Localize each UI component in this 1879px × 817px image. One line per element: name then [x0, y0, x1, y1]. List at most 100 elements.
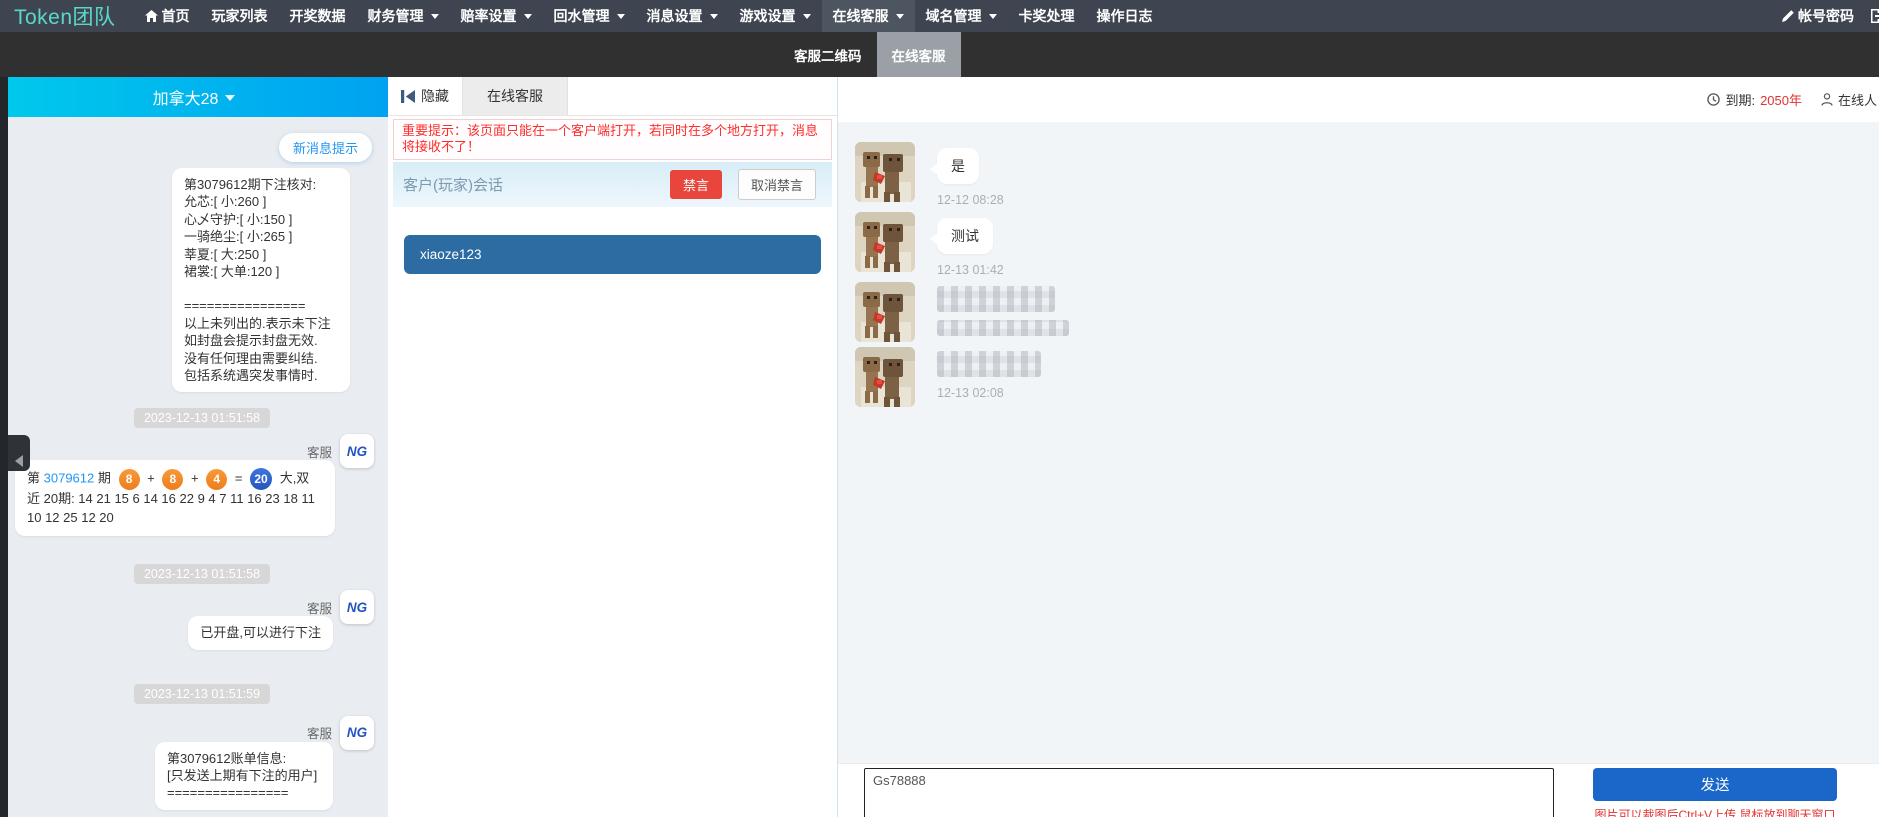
draw-suffix: 期 — [98, 471, 111, 486]
draw-sum-ball: 20 — [250, 468, 272, 490]
account-password-button[interactable]: 帐号密码 — [1778, 6, 1858, 26]
message-line: 第3079612账单信息: — [167, 750, 321, 767]
nav-item-operation-log[interactable]: 操作日志 — [1086, 0, 1164, 32]
message-input[interactable]: Gs78888 — [864, 768, 1554, 817]
mute-button[interactable]: 禁言 — [670, 170, 722, 199]
timestamp-divider: 2023-12-13 01:51:59 — [134, 684, 270, 704]
customer-message-row: 是 12-12 08:28 — [855, 142, 1879, 207]
nav-item-home[interactable]: 首页 — [134, 0, 201, 32]
nav-item-game-settings[interactable]: 游戏设置 — [729, 0, 822, 32]
nav-item-label: 操作日志 — [1097, 6, 1153, 26]
issue-number-link[interactable]: 3079612 — [44, 471, 95, 486]
session-list-header: 客户(玩家)会话 禁言 取消禁言 — [393, 162, 832, 207]
nav-item-finance[interactable]: 财务管理 — [357, 0, 450, 32]
tab-label: 在线客服 — [892, 45, 946, 65]
avatar-text: NG — [347, 600, 367, 615]
session-header-title: 客户(玩家)会话 — [403, 174, 503, 195]
left-edge-strip — [0, 77, 8, 817]
online-count-label: 在线人 — [1838, 90, 1877, 109]
customer-chat-panel: 到期: 2050年 在线人 是 12-12 08:28 测试 12-13 01:… — [838, 77, 1879, 817]
nav-item-players[interactable]: 玩家列表 — [201, 0, 279, 32]
equals-sign: = — [235, 471, 243, 486]
chevron-down-icon — [431, 14, 439, 19]
chevron-down-icon — [225, 95, 235, 101]
tab-online-service[interactable]: 在线客服 — [877, 32, 961, 77]
nav-item-label: 财务管理 — [368, 6, 424, 26]
nav-item-label: 游戏设置 — [740, 6, 796, 26]
collapse-handle[interactable] — [8, 435, 30, 471]
nav-item-stuck-prize[interactable]: 卡奖处理 — [1008, 0, 1086, 32]
tab-online-service-inner[interactable]: 在线客服 — [462, 77, 568, 115]
home-icon — [145, 10, 158, 22]
draw-result-bubble: 第 3079612 期 8 + 8 + 4 = 20 大,双 近 20期: 14… — [15, 460, 335, 536]
message-line: 心乄守护:[ 小:150 ] — [184, 211, 338, 228]
expiry-clock-icon — [1707, 93, 1720, 106]
draw-ball: 4 — [206, 469, 227, 490]
message-time: 12-13 02:08 — [937, 386, 1004, 400]
redacted-timestamp — [937, 320, 1069, 336]
nav-item-domain[interactable]: 域名管理 — [915, 0, 1008, 32]
nav-item-label: 开奖数据 — [290, 6, 346, 26]
nav-item-draw-data[interactable]: 开奖数据 — [279, 0, 357, 32]
message-line: 一骑绝尘:[ 小:265 ] — [184, 228, 338, 245]
chevron-down-icon — [803, 14, 811, 19]
service-avatar: NG — [340, 590, 374, 624]
online-user-icon — [1821, 93, 1833, 106]
avatar-text: NG — [347, 725, 367, 740]
avatar-text: NG — [347, 444, 367, 459]
client-list-item-selected[interactable]: xiaoze123 — [404, 235, 821, 274]
message-line — [184, 280, 338, 297]
nav-item-rebate[interactable]: 回水管理 — [543, 0, 636, 32]
new-message-alert-button[interactable]: 新消息提示 — [279, 133, 372, 162]
redacted-message — [937, 351, 1041, 377]
chevron-down-icon — [617, 14, 625, 19]
send-button[interactable]: 发送 — [1593, 768, 1837, 801]
timestamp-divider: 2023-12-13 01:51:58 — [134, 408, 270, 428]
nav-item-message-settings[interactable]: 消息设置 — [636, 0, 729, 32]
message-line: 裙裳:[ 大单:120 ] — [184, 263, 338, 280]
nav-item-label: 卡奖处理 — [1019, 6, 1075, 26]
customer-message-row: 12-13 02:08 — [855, 347, 1879, 407]
nav-item-odds[interactable]: 赔率设置 — [450, 0, 543, 32]
message-line: 包括系统遇突发事情时. — [184, 367, 338, 384]
account-password-label: 帐号密码 — [1798, 6, 1854, 26]
recent-draws-text: 近 20期: 14 21 15 6 14 16 22 9 4 7 11 16 2… — [27, 491, 315, 525]
hide-panel-button[interactable]: 隐藏 — [388, 77, 462, 115]
important-warning-text: 重要提示：该页面只能在一个客户端打开，若同时在多个地方打开，消息将接收不了！ — [393, 119, 832, 160]
tab-service-qrcode[interactable]: 客服二维码 — [779, 32, 877, 77]
message-line: ================ — [184, 297, 338, 314]
nav-menu: 首页 玩家列表 开奖数据 财务管理 赔率设置 回水管理 消息设置 游戏设置 在线… — [134, 0, 1164, 32]
chevron-down-icon — [524, 14, 532, 19]
sender-name: 客服 — [307, 723, 332, 742]
client-session-panel: 隐藏 在线客服 重要提示：该页面只能在一个客户端打开，若同时在多个地方打开，消息… — [388, 77, 838, 817]
message-body: 测试 12-13 01:42 — [937, 212, 1004, 277]
nav-item-label: 赔率设置 — [461, 6, 517, 26]
service-message-bubble: 第3079612账单信息: [只发送上期有下注的用户] ============… — [155, 742, 333, 810]
subnav-tabs: 客服二维码 在线客服 — [779, 32, 961, 77]
top-navbar: Token团队 首页 玩家列表 开奖数据 财务管理 赔率设置 回水管理 消息设置… — [0, 0, 1879, 32]
paste-image-hint: 图片可以裁图后Ctrl+V上传,鼠标放到聊天窗口 — [1593, 806, 1837, 817]
status-bar: 到期: 2050年 在线人 — [838, 77, 1879, 122]
message-line: 允芯:[ 小:260 ] — [184, 193, 338, 210]
unmute-button[interactable]: 取消禁言 — [738, 169, 816, 200]
collapse-left-icon — [401, 90, 415, 103]
service-message-bubble: 已开盘,可以进行下注 — [188, 616, 333, 649]
brand-logo: Token团队 — [14, 1, 116, 31]
sender-name: 客服 — [307, 598, 332, 617]
room-selector[interactable]: 加拿大28 — [0, 77, 388, 117]
logout-icon[interactable] — [1870, 9, 1879, 23]
draw-ball: 8 — [119, 469, 140, 490]
customer-message-bubble: 是 — [937, 148, 979, 184]
message-body — [937, 282, 1069, 342]
message-body: 是 12-12 08:28 — [937, 142, 1004, 207]
group-chat-messages: 新消息提示 第3079612期下注核对: 允芯:[ 小:260 ] 心乄守护:[… — [0, 117, 388, 817]
chevron-down-icon — [989, 14, 997, 19]
redacted-message — [937, 286, 1055, 312]
message-time: 12-12 08:28 — [937, 193, 1004, 207]
service-avatar: NG — [340, 434, 374, 468]
message-line: 如封盘会提示封盘无效. — [184, 332, 338, 349]
sender-name: 客服 — [307, 442, 332, 461]
hide-button-label: 隐藏 — [421, 86, 449, 106]
nav-item-online-service[interactable]: 在线客服 — [822, 0, 915, 32]
customer-message-bubble: 测试 — [937, 218, 993, 254]
